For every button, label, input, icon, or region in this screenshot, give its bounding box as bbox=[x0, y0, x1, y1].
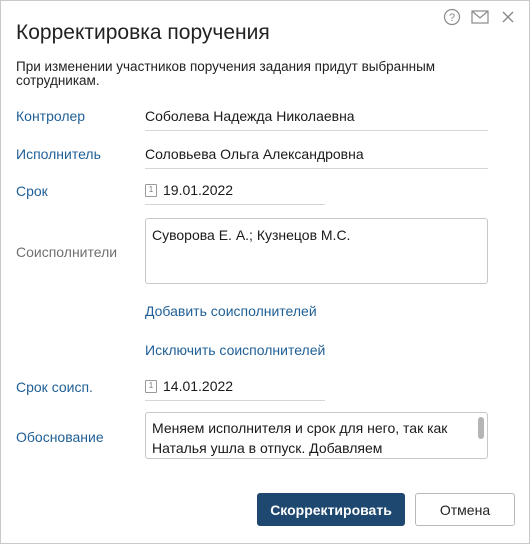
coexecutors-value: Суворова Е. А.; Кузнецов М.С. bbox=[152, 227, 351, 243]
reason-label: Обоснование bbox=[16, 429, 104, 445]
reason-value: Меняем исполнителя и срок для него, так … bbox=[152, 420, 448, 456]
calendar-icon[interactable]: 1 bbox=[145, 379, 157, 393]
help-icon[interactable]: ? bbox=[441, 8, 463, 26]
calendar-icon[interactable]: 1 bbox=[145, 183, 157, 197]
close-icon[interactable] bbox=[497, 8, 519, 26]
coexecutors-box[interactable]: Суворова Е. А.; Кузнецов М.С. bbox=[145, 218, 488, 284]
exclude-coexecutors-link[interactable]: Исключить соисполнителей bbox=[145, 342, 325, 358]
reason-scrollbar[interactable] bbox=[478, 417, 484, 454]
controller-label: Контролер bbox=[16, 108, 86, 124]
svg-text:?: ? bbox=[449, 12, 455, 24]
coexec-deadline-field[interactable]: 1 14.01.2022 bbox=[145, 378, 325, 401]
submit-button[interactable]: Скорректировать bbox=[257, 493, 405, 526]
deadline-label: Срок bbox=[16, 183, 48, 199]
deadline-value: 19.01.2022 bbox=[163, 182, 234, 198]
executor-label: Исполнитель bbox=[16, 146, 101, 162]
cancel-button[interactable]: Отмена bbox=[415, 493, 515, 526]
notice-text: При изменении участников поручения задан… bbox=[16, 59, 436, 88]
executor-value[interactable]: Соловьева Ольга Александровна bbox=[145, 146, 488, 169]
mail-icon[interactable] bbox=[469, 8, 491, 26]
add-coexecutors-link[interactable]: Добавить соисполнителей bbox=[145, 303, 317, 319]
dialog-title: Корректировка поручения bbox=[16, 21, 270, 44]
coexecutors-label: Соисполнители bbox=[16, 244, 118, 260]
deadline-field[interactable]: 1 19.01.2022 bbox=[145, 182, 325, 205]
title-icons: ? bbox=[441, 8, 519, 26]
reason-scroll-thumb[interactable] bbox=[478, 417, 484, 439]
reason-textarea[interactable]: Меняем исполнителя и срок для него, так … bbox=[145, 412, 488, 459]
controller-value[interactable]: Соболева Надежда Николаевна bbox=[145, 108, 488, 131]
coexec-deadline-label: Срок соисп. bbox=[16, 379, 93, 395]
coexec-deadline-value: 14.01.2022 bbox=[163, 378, 234, 394]
correction-dialog: ? Корректировка поручения При изменении … bbox=[0, 0, 530, 544]
